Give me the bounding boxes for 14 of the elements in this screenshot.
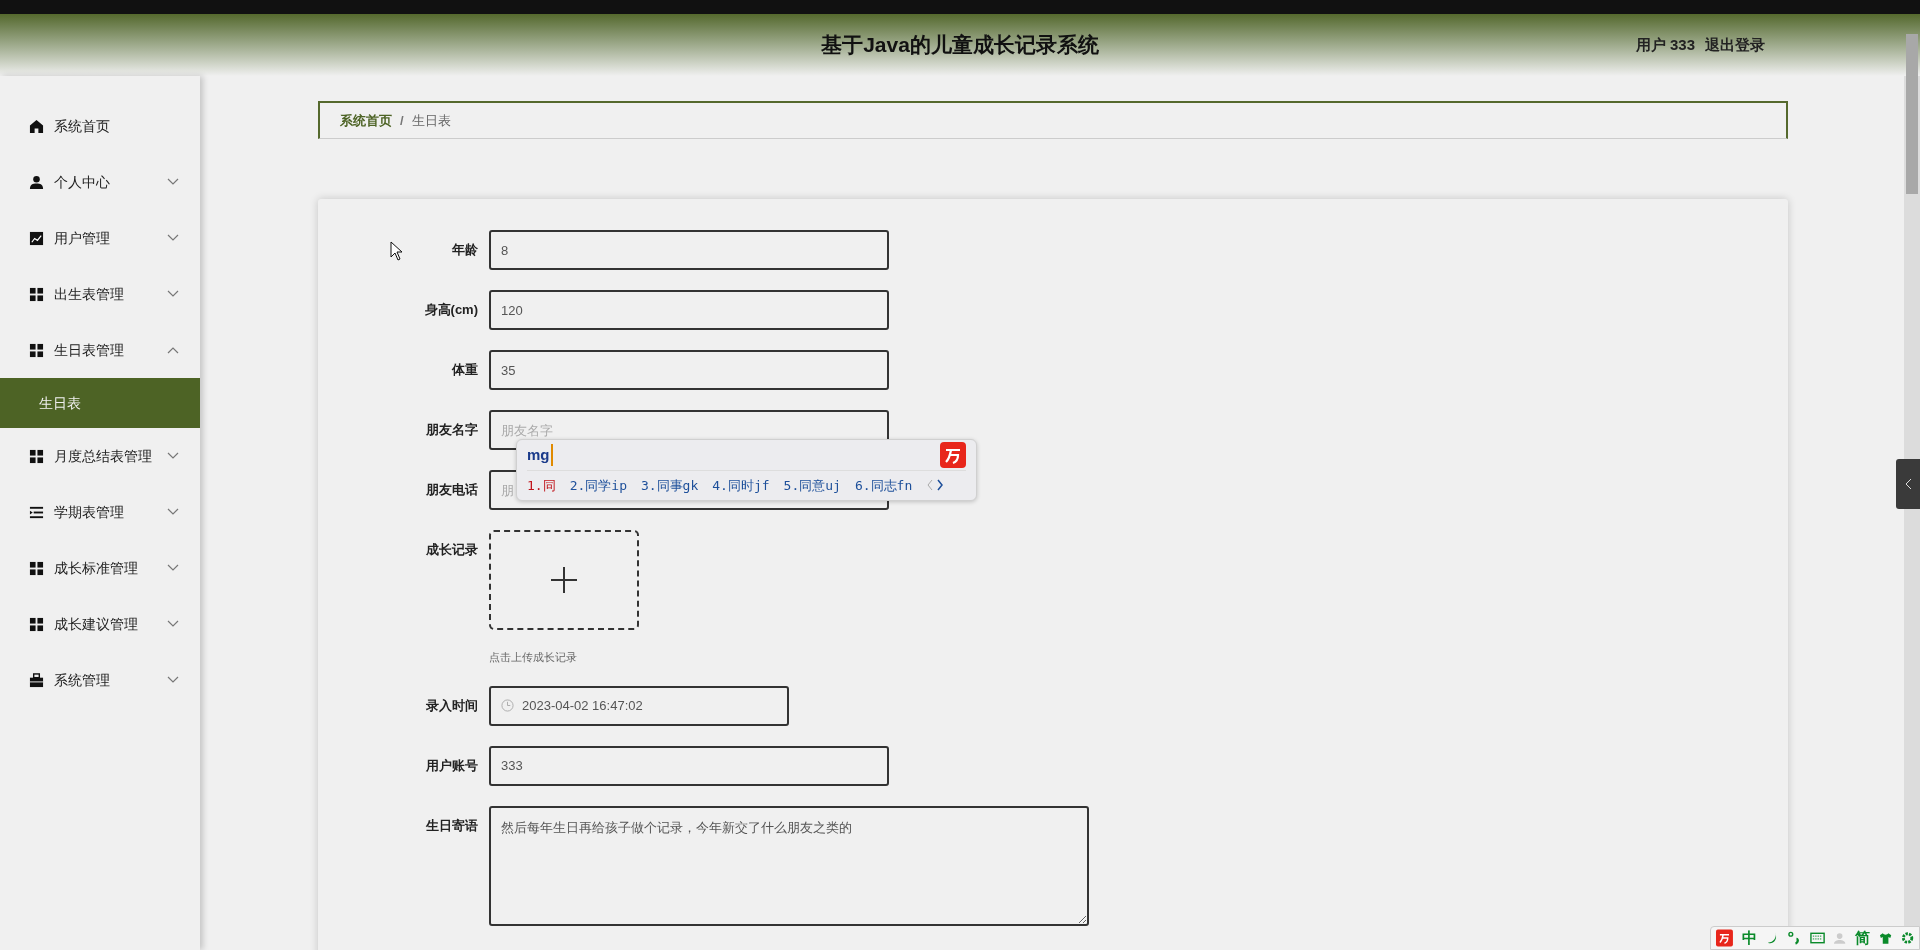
- app-title: 基于Java的儿童成长记录系统: [821, 32, 1099, 59]
- field-label: 用户账号: [425, 756, 478, 775]
- field-label: 录入时间: [425, 696, 478, 715]
- field-label: 朋友名字: [425, 421, 478, 439]
- user-label: 用户 333: [1635, 34, 1695, 55]
- ime-input-text: mg: [527, 443, 553, 466]
- upload-hint: 点击上传成长记录: [489, 650, 578, 665]
- field-label: 体重: [450, 361, 478, 379]
- field-label: 朋友电话: [425, 481, 478, 499]
- field-label: 成长记录: [425, 541, 478, 559]
- field-label: 生日寄语: [425, 816, 478, 835]
- field-label: 身高(cm): [423, 301, 478, 319]
- field-label: 年龄: [451, 241, 478, 259]
- breadcrumb-separator: /: [400, 111, 404, 130]
